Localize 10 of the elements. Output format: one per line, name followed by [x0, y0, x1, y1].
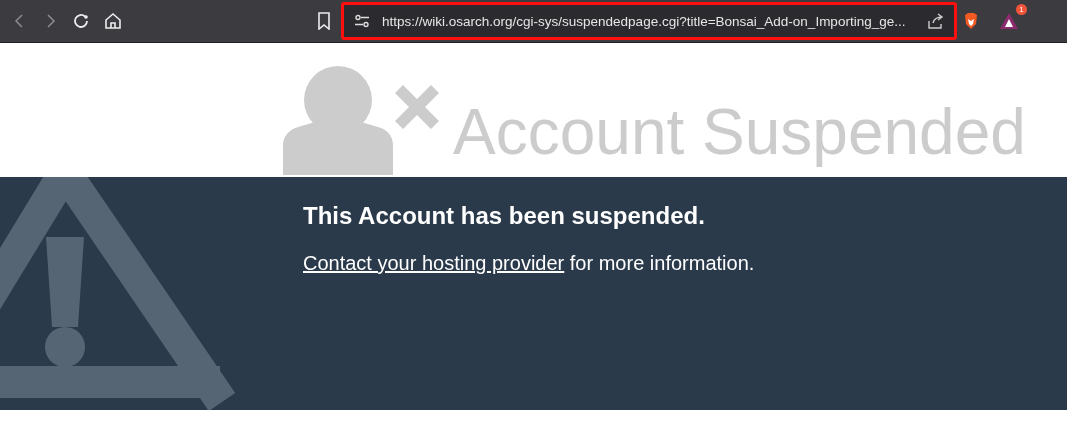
- contact-link[interactable]: Contact your hosting provider: [303, 252, 565, 274]
- triangle-logo-icon[interactable]: [999, 12, 1019, 30]
- share-icon[interactable]: [926, 13, 944, 29]
- address-bar[interactable]: https://wiki.osarch.org/cgi-sys/suspendedpage.cgi?title=Bonsai_Add-on_Importing_ge...: [341, 2, 957, 40]
- notification-badge: 1: [1016, 4, 1027, 15]
- suspension-heading: This Account has been suspended.: [303, 202, 706, 230]
- lion-shield-icon[interactable]: [963, 12, 979, 30]
- contact-text: Contact your hosting provider for more information.: [303, 252, 756, 275]
- site-settings-icon[interactable]: [354, 14, 370, 28]
- url-text: https://wiki.osarch.org/cgi-sys/suspendedpage.cgi?title=Bonsai_Add-on_Importing_ge...: [382, 13, 907, 29]
